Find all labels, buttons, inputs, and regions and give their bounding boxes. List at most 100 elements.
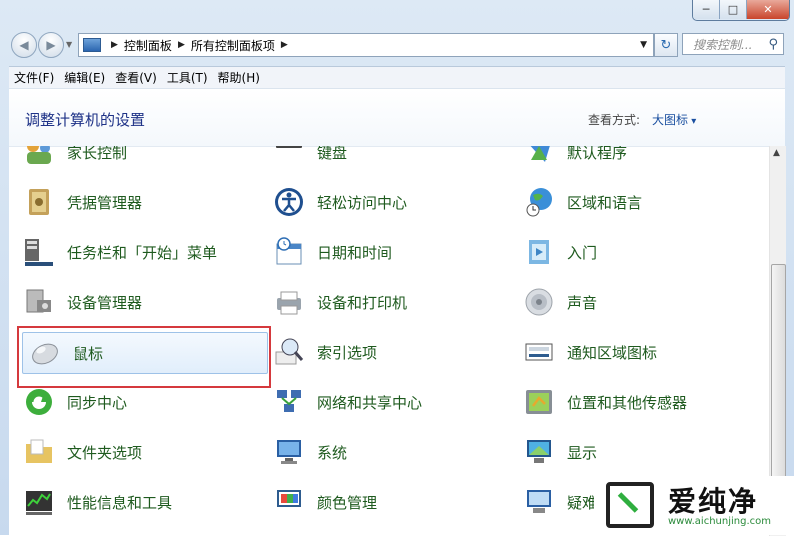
search-placeholder: 搜索控制... [693,37,753,52]
cp-item-default-programs[interactable]: 默认程序 [517,146,627,170]
cp-item-devices-printers[interactable]: 设备和打印机 [267,284,407,320]
watermark-url: www.aichunjing.com [668,516,771,527]
cp-item-label: 区域和语言 [567,193,643,212]
recent-pages-dropdown[interactable]: ▼ [66,40,72,49]
folder-options-icon [23,436,55,468]
refresh-button[interactable]: ↻ [654,33,678,57]
cp-item-display[interactable]: 显示 [517,434,597,470]
view-by-dropdown[interactable]: 大图标 [652,111,696,128]
breadcrumb-separator-icon[interactable]: ▶ [111,40,118,50]
sound-icon [523,286,555,318]
cp-item-label: 任务栏和「开始」菜单 [67,243,218,262]
cp-item-folder-options[interactable]: 文件夹选项 [17,434,142,470]
menu-tools[interactable]: 工具(T) [162,69,213,86]
watermark-logo-icon [606,482,654,528]
default-programs-icon [523,146,555,168]
cp-item-color-management[interactable]: 颜色管理 [267,484,377,520]
cp-item-label: 默认程序 [567,146,628,162]
sync-center-icon [23,386,55,418]
keyboard-icon [273,146,305,168]
cp-item-keyboard[interactable]: 键盘 [267,146,347,170]
cp-item-sound[interactable]: 声音 [517,284,597,320]
cp-item-label: 颜色管理 [317,493,378,512]
ease-of-access-icon [273,186,305,218]
cp-item-getting-started[interactable]: 入门 [517,234,597,270]
cp-item-label: 日期和时间 [317,243,393,262]
menu-bar: 文件(F) 编辑(E) 查看(V) 工具(T) 帮助(H) [9,66,785,88]
getting-started-icon [523,236,555,268]
cp-item-date-time[interactable]: 日期和时间 [267,234,392,270]
cp-item-label: 设备管理器 [67,293,143,312]
region-language-icon [523,186,555,218]
indexing-options-icon [273,336,305,368]
cp-item-label: 位置和其他传感器 [567,393,688,412]
scrollbar-thumb[interactable] [771,264,786,506]
menu-file[interactable]: 文件(F) [9,69,59,86]
cp-item-label: 网络和共享中心 [317,393,423,412]
cp-item-label: 凭据管理器 [67,193,143,212]
cp-item-system[interactable]: 系统 [267,434,347,470]
close-button[interactable]: ✕ [747,0,789,19]
location-sensors-icon [523,386,555,418]
cp-item-ease-of-access[interactable]: 轻松访问中心 [267,184,407,220]
cp-item-performance-tools[interactable]: 性能信息和工具 [17,484,172,520]
highlight-box [17,326,271,388]
cp-item-indexing-options[interactable]: 索引选项 [267,334,377,370]
network-sharing-icon [273,386,305,418]
cp-item-label: 通知区域图标 [567,343,658,362]
control-panel-icon [83,38,101,52]
cp-item-location-sensors[interactable]: 位置和其他传感器 [517,384,687,420]
menu-view[interactable]: 查看(V) [110,69,162,86]
cp-item-label: 性能信息和工具 [67,493,173,512]
taskbar-start-menu-icon [23,236,55,268]
breadcrumb-control-panel[interactable]: 控制面板 [124,37,172,54]
breadcrumb-separator-icon[interactable]: ▶ [178,40,185,50]
device-manager-icon [23,286,55,318]
cp-item-taskbar-start-menu[interactable]: 任务栏和「开始」菜单 [17,234,217,270]
breadcrumb-separator-icon[interactable]: ▶ [281,40,288,50]
credential-manager-icon [23,186,55,218]
menu-edit[interactable]: 编辑(E) [59,69,110,86]
cp-item-notification-area[interactable]: 通知区域图标 [517,334,657,370]
cp-item-label: 家长控制 [67,146,128,162]
menu-help[interactable]: 帮助(H) [213,69,265,86]
cp-item-sync-center[interactable]: 同步中心 [17,384,127,420]
content-pane: 调整计算机的设置 查看方式: 大图标 家长控制 键盘 默认程序凭据管理器 轻松访问中心… [9,88,786,536]
cp-item-parental-controls[interactable]: 家长控制 [17,146,127,170]
forward-arrow-icon: ▶ [46,38,56,52]
performance-tools-icon [23,486,55,518]
watermark-brand: 爱纯净 [668,485,759,518]
scroll-up-icon[interactable]: ▲ [773,148,780,158]
view-by-label: 查看方式: [588,113,641,127]
content-header: 调整计算机的设置 查看方式: 大图标 [9,89,785,147]
cp-item-label: 设备和打印机 [317,293,408,312]
cp-item-label: 键盘 [317,146,348,162]
troubleshooting-icon [523,486,555,518]
maximize-button[interactable]: □ [720,0,747,19]
cp-item-network-sharing[interactable]: 网络和共享中心 [267,384,422,420]
page-title: 调整计算机的设置 [25,111,146,129]
navigation-bar: ◀ ▶ ▼ ▶ 控制面板 ▶ 所有控制面板项 ▶ ▼ ↻ 搜索控制... ⚲ [0,28,794,64]
back-arrow-icon: ◀ [19,38,29,52]
breadcrumb-all-items[interactable]: 所有控制面板项 [191,37,275,54]
cp-item-label: 入门 [567,243,598,262]
cp-item-label: 索引选项 [317,343,378,362]
cp-item-label: 显示 [567,443,598,462]
search-icon[interactable]: ⚲ [768,37,778,52]
minimize-button[interactable]: ─ [693,0,720,19]
parental-controls-icon [23,146,55,168]
cp-item-credential-manager[interactable]: 凭据管理器 [17,184,142,220]
display-icon [523,436,555,468]
back-button[interactable]: ◀ [11,32,37,58]
cp-item-label: 系统 [317,443,348,462]
forward-button[interactable]: ▶ [38,32,64,58]
notification-area-icon [523,336,555,368]
window-frame: ─ □ ✕ ◀ ▶ ▼ ▶ 控制面板 ▶ 所有控制面板项 ▶ ▼ ↻ 搜索控制.… [0,0,794,536]
address-bar[interactable]: ▶ 控制面板 ▶ 所有控制面板项 ▶ ▼ [78,33,654,57]
cp-item-region-language[interactable]: 区域和语言 [517,184,642,220]
address-dropdown-icon[interactable]: ▼ [640,40,647,50]
watermark: 爱纯净 www.aichunjing.com [594,476,794,535]
search-input[interactable]: 搜索控制... ⚲ [682,33,784,55]
cp-item-device-manager[interactable]: 设备管理器 [17,284,142,320]
cp-item-label: 同步中心 [67,393,128,412]
